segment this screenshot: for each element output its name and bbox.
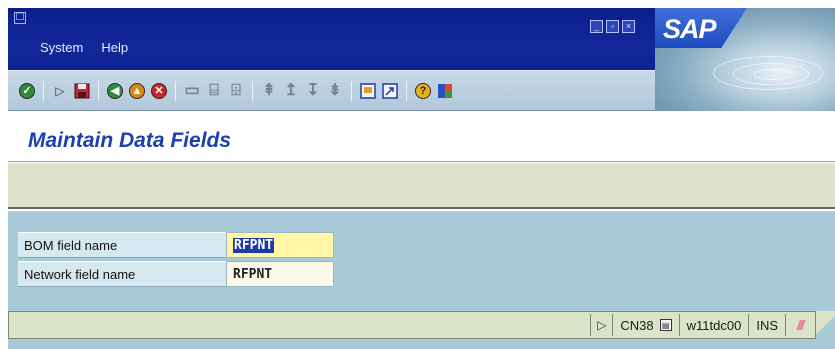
first-page-icon[interactable]: ⇞: [260, 82, 278, 100]
network-field-row: Network field name RFPNT: [18, 260, 334, 288]
network-field-name-input[interactable]: RFPNT: [226, 261, 334, 287]
toolbar-separator: [175, 80, 176, 101]
command-field-icon[interactable]: ▷: [51, 82, 69, 100]
menu-system[interactable]: System: [40, 40, 83, 55]
next-page-icon[interactable]: ↧: [304, 82, 322, 100]
standard-toolbar: ✓ ▷ ◀ ▲ ✕ ▭ ⌸ ⌹ ⇞ ↥ ↧ ⇟ ?: [8, 70, 655, 111]
menu-bar: System Help: [40, 40, 128, 55]
toolbar-separator: [252, 80, 253, 101]
system-info-icon[interactable]: ▤: [659, 319, 672, 331]
cancel-icon[interactable]: ✕: [150, 82, 168, 100]
page-title: Maintain Data Fields: [28, 129, 232, 152]
toolbar-separator: [98, 80, 99, 101]
create-shortcut-icon[interactable]: [381, 82, 399, 100]
system-menu-icon[interactable]: ☐: [14, 12, 26, 24]
status-insert-mode: INS: [748, 314, 785, 336]
toolbar-separator: [351, 80, 352, 101]
bom-field-row: BOM field name RFPNT: [18, 231, 334, 259]
bom-field-name-label: BOM field name: [18, 232, 226, 258]
close-icon[interactable]: ×: [622, 20, 635, 33]
application-toolbar: [8, 163, 835, 209]
toolbar-separator: [406, 80, 407, 101]
title-area: Maintain Data Fields: [8, 111, 835, 162]
status-lock-icon: [785, 314, 815, 336]
back-icon[interactable]: ◀: [106, 82, 124, 100]
ripple-decoration: [753, 69, 793, 80]
create-session-icon[interactable]: [359, 82, 377, 100]
sap-logo-text: SAP: [663, 14, 717, 44]
status-expand-icon[interactable]: ▷: [590, 314, 612, 336]
status-transaction: CN38 ▤: [612, 314, 678, 336]
status-bar: ▷ CN38 ▤ w11tdc00 INS: [8, 311, 816, 339]
network-field-name-value: RFPNT: [233, 266, 273, 282]
status-bar-resize-corner: [816, 311, 835, 339]
help-icon[interactable]: ?: [414, 82, 432, 100]
exit-icon[interactable]: ▲: [128, 82, 146, 100]
status-server: w11tdc00: [678, 314, 749, 336]
sap-logo-area: SAP: [655, 8, 835, 111]
find-icon[interactable]: ⌸: [205, 82, 223, 100]
minimize-icon[interactable]: _: [590, 20, 603, 33]
menu-help[interactable]: Help: [101, 40, 128, 55]
maximize-icon[interactable]: ▫: [606, 20, 619, 33]
last-page-icon[interactable]: ⇟: [326, 82, 344, 100]
transaction-code: CN38: [620, 317, 654, 333]
enter-icon[interactable]: ✓: [18, 82, 36, 100]
network-field-name-label: Network field name: [18, 261, 226, 287]
sap-logo: SAP: [655, 8, 747, 48]
find-next-icon[interactable]: ⌹: [227, 82, 245, 100]
window-controls: _ ▫ ×: [590, 20, 635, 33]
previous-page-icon[interactable]: ↥: [282, 82, 300, 100]
bom-field-name-value: RFPNT: [233, 237, 275, 253]
save-icon[interactable]: [73, 82, 91, 100]
customize-layout-icon[interactable]: [436, 82, 454, 100]
bom-field-name-input[interactable]: RFPNT: [226, 232, 334, 258]
toolbar-separator: [43, 80, 44, 101]
print-icon[interactable]: ▭: [183, 82, 201, 100]
